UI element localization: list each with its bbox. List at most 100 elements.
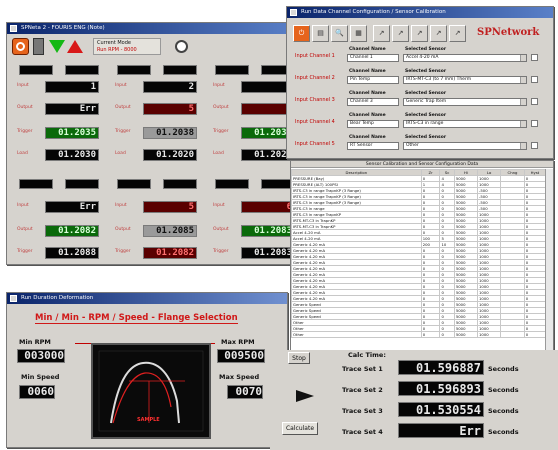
min-rpm-display: 003000 [17, 349, 65, 363]
channel-checkbox[interactable] [531, 142, 538, 149]
chart-icon-5[interactable]: ↗ [449, 25, 466, 42]
calculate-button[interactable]: Calculate [282, 422, 318, 435]
gauge-display: 01.2082 [143, 247, 197, 259]
gauge-display: 01.2083 [241, 247, 295, 259]
trace-value: 01.596893 [398, 381, 484, 396]
channel-name-field[interactable]: Channel 1 [347, 54, 399, 62]
row-label: Output [213, 227, 229, 232]
trace-unit: Seconds [488, 386, 519, 394]
channel-header-2 [215, 65, 249, 75]
sensor-header: Selected Sensor [405, 135, 447, 140]
stop-button[interactable]: Stop [288, 352, 310, 364]
row-label: Load [115, 151, 126, 156]
channel-name-value: Bear Temp [350, 121, 374, 126]
sensor-value: IRTS-MT-C3 (to 7 mm) Therm [406, 77, 472, 82]
config-window-title: Run Data Channel Configuration / Sensor … [301, 9, 446, 15]
sensor-header: Selected Sensor [405, 47, 447, 52]
gauge-icon[interactable] [175, 40, 188, 53]
chevron-down-icon [520, 99, 526, 105]
channel-header-0 [19, 65, 53, 75]
channel-name-field[interactable]: Bear Temp [347, 120, 399, 128]
table-cell: 0 [439, 331, 455, 338]
search-button[interactable]: 🔍 [331, 25, 348, 42]
gauge-display: 6 [241, 201, 295, 213]
gauge-display: 01.2088 [45, 247, 99, 259]
channel-checkbox[interactable] [531, 98, 538, 105]
row-label: Input [213, 83, 225, 88]
channel-checkbox[interactable] [531, 120, 538, 127]
row-label: Load [17, 151, 28, 156]
sensor-select[interactable]: Other [403, 142, 527, 150]
channel-label: Input Channel 2 [295, 75, 335, 81]
chart-icon-2[interactable]: ↗ [392, 25, 409, 42]
battery-icon[interactable] [33, 38, 44, 55]
channel-name-value: Pin Temp [350, 77, 371, 82]
row-label: Input [17, 203, 29, 208]
table-window: Sensor Calibration and Sensor Configurat… [290, 160, 554, 352]
power-button[interactable]: ⏻ [293, 25, 310, 42]
table-cell: 1000 [477, 331, 502, 338]
heading: Min / Min - RPM / Speed - Flange Selecti… [35, 313, 238, 324]
trace-panel: Stop Calc Time: Calculate Trace Set 1 01.… [270, 350, 558, 450]
chart-icon-3[interactable]: ↗ [411, 25, 428, 42]
max-rpm-display: 009500 [217, 349, 265, 363]
channel-name-header: Channel Name [349, 47, 386, 52]
channel-name-field[interactable]: RT Sensor [347, 142, 399, 150]
gauge-display: 2 [143, 81, 197, 93]
brand-logo: SPNetwork [477, 27, 540, 38]
power-icon [16, 42, 25, 51]
tool-button[interactable]: ▦ [350, 25, 367, 42]
gauge-display: 01.2035 [45, 127, 99, 139]
chart-icon-4[interactable]: ↗ [430, 25, 447, 42]
trace-unit: Seconds [488, 407, 519, 415]
max-speed-display: 0070 [227, 385, 263, 399]
config-window: Run Data Channel Configuration / Sensor … [286, 6, 554, 159]
channel-header-5 [215, 179, 249, 189]
row-label: Trigger [17, 129, 33, 134]
channel-name-field[interactable]: Pin Temp [347, 76, 399, 84]
config-window-titlebar: Run Data Channel Configuration / Sensor … [287, 7, 553, 18]
channel-label: Input Channel 3 [295, 97, 335, 103]
channel-header-4 [117, 179, 151, 189]
row-label: Output [115, 105, 131, 110]
sensor-select[interactable]: Accel 4-20 mA [403, 54, 527, 62]
channel-name-value: RT Sensor [350, 143, 373, 148]
table-scrollbar[interactable] [545, 169, 553, 351]
eject-button[interactable] [67, 40, 83, 53]
sensor-select[interactable]: IRTS-C3 in range [403, 120, 527, 128]
row-label: Trigger [115, 249, 131, 254]
save-button[interactable]: ▤ [312, 25, 329, 42]
gauge-display: 01.2020 [143, 149, 197, 161]
channel-label: Input Channel 1 [295, 53, 335, 59]
gauge-display: 01.2082 [45, 225, 99, 237]
channel-header-b-3 [65, 179, 99, 189]
trace-value: 01.530554 [398, 402, 484, 417]
sensor-value: Generic Trap Item [406, 99, 447, 104]
table-cell: 5000 [453, 331, 479, 338]
channel-checkbox[interactable] [531, 76, 538, 83]
gauge-display: 01.2085 [143, 225, 197, 237]
chart-icon-1[interactable]: ↗ [373, 25, 390, 42]
gauge-display: 5 [143, 201, 197, 213]
table-row[interactable]: Other 0 0 5000 1000 0 [291, 331, 547, 338]
stop-button[interactable] [12, 38, 29, 55]
trace-label: Trace Set 4 [342, 428, 383, 436]
channel-header-b-0 [65, 65, 99, 75]
play-icon[interactable] [296, 390, 314, 402]
row-label: Output [213, 105, 229, 110]
sensor-select[interactable]: IRTS-MT-C3 (to 7 mm) Therm [403, 76, 527, 84]
channel-name-header: Channel Name [349, 69, 386, 74]
chevron-down-icon [520, 77, 526, 83]
channel-name-field[interactable]: Channel 3 [347, 98, 399, 106]
gauge-display: 01.2038 [143, 127, 197, 139]
channel-header-b-4 [163, 179, 197, 189]
channel-label: Input Channel 4 [295, 119, 335, 125]
min-speed-label: Min Speed [21, 373, 60, 381]
curve-svg [98, 350, 204, 432]
start-button[interactable] [49, 40, 65, 53]
channel-checkbox[interactable] [531, 54, 538, 61]
row-label: Input [115, 203, 127, 208]
min-rpm-label: Min RPM [19, 338, 51, 346]
sensor-select[interactable]: Generic Trap Item [403, 98, 527, 106]
table-cell: 0 [523, 331, 547, 338]
